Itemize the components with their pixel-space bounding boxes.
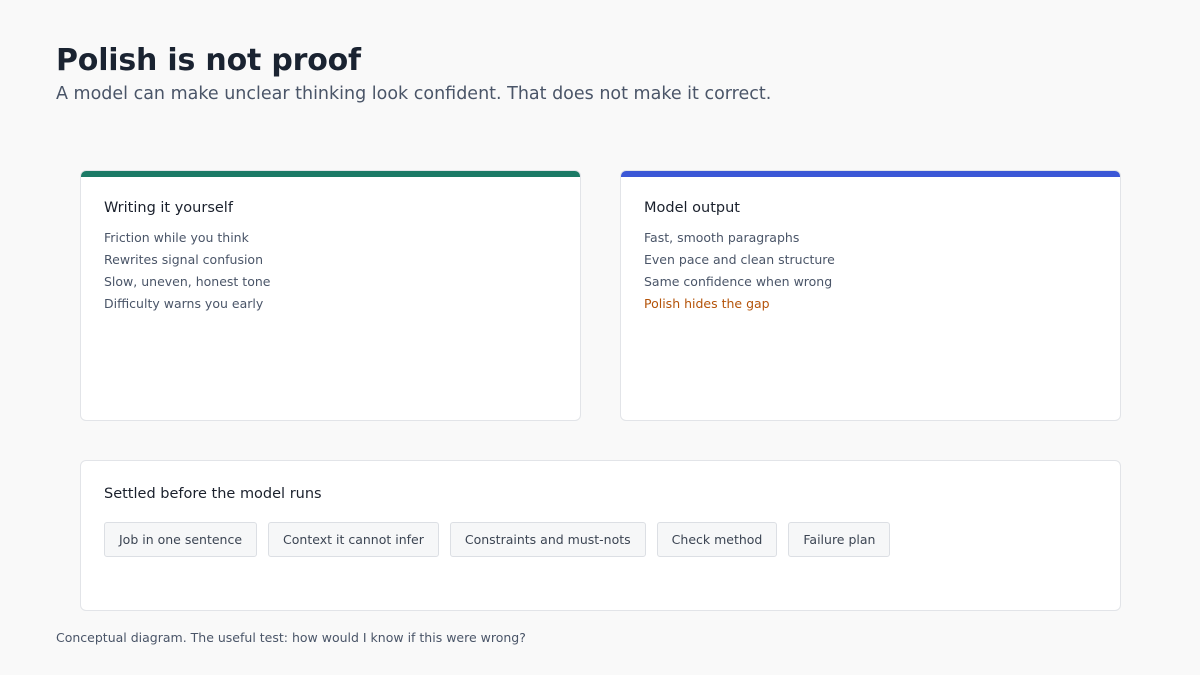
chip-check-method: Check method (656, 522, 778, 557)
card-accent-bar (81, 171, 580, 177)
card-list: Fast, smooth paragraphs Even pace and cl… (644, 227, 835, 315)
list-item: Fast, smooth paragraphs (644, 230, 800, 245)
card-title: Model output (644, 200, 740, 216)
chip-job: Job in one sentence (104, 522, 258, 557)
model-output-card: Model output Fast, smooth paragraphs Eve… (620, 170, 1121, 421)
page-title: Polish is not proof (56, 43, 361, 78)
chip-row: Job in one sentence Context it cannot in… (104, 522, 901, 557)
list-item: Rewrites signal confusion (104, 252, 263, 267)
list-item: Friction while you think (104, 230, 249, 245)
chip-failure-plan: Failure plan (788, 522, 891, 557)
settled-title: Settled before the model runs (104, 486, 322, 502)
page-subtitle: A model can make unclear thinking look c… (56, 84, 772, 104)
chip-context: Context it cannot infer (268, 522, 439, 557)
list-item: Same confidence when wrong (644, 274, 833, 289)
writing-yourself-card: Writing it yourself Friction while you t… (80, 170, 581, 421)
settled-before-card: Settled before the model runs Job in one… (80, 460, 1121, 611)
warning-item: Polish hides the gap (644, 296, 770, 311)
card-list: Friction while you think Rewrites signal… (104, 227, 270, 315)
caption: Conceptual diagram. The useful test: how… (56, 630, 526, 645)
list-item: Difficulty warns you early (104, 296, 264, 311)
card-accent-bar (621, 171, 1120, 177)
chip-constraints: Constraints and must-nots (449, 522, 646, 557)
list-item: Slow, uneven, honest tone (104, 274, 271, 289)
card-title: Writing it yourself (104, 200, 233, 216)
list-item: Even pace and clean structure (644, 252, 835, 267)
